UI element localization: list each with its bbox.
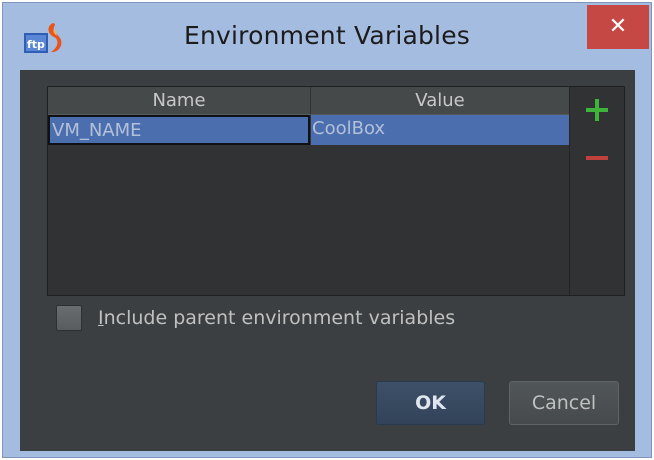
cancel-button[interactable]: Cancel <box>509 381 619 425</box>
close-button[interactable]: ✕ <box>587 5 649 49</box>
close-icon: ✕ <box>608 14 628 39</box>
dialog-title: Environment Variables <box>183 21 471 50</box>
include-parent-checkbox[interactable] <box>56 305 82 331</box>
title-bar[interactable]: ftp Environment Variables ✕ <box>3 3 651 69</box>
cell-name[interactable]: VM_NAME <box>48 115 310 145</box>
environment-variables-dialog: ftp Environment Variables ✕ Name Value V… <box>2 2 652 458</box>
include-parent-label[interactable]: Include parent environment variables <box>98 305 455 331</box>
label-text: nclude parent environment variables <box>103 307 456 329</box>
cell-value[interactable]: CoolBox <box>311 115 569 145</box>
add-variable-button[interactable] <box>584 97 610 123</box>
include-parent-option[interactable]: Include parent environment variables <box>56 303 476 333</box>
table-actions <box>570 87 624 295</box>
remove-variable-button[interactable] <box>584 145 610 171</box>
table-row[interactable]: VM_NAME CoolBox <box>48 115 569 145</box>
variables-table-panel: Name Value VM_NAME CoolBox <box>47 86 625 296</box>
column-header-name[interactable]: Name <box>48 87 311 114</box>
variables-table[interactable]: Name Value VM_NAME CoolBox <box>48 87 570 295</box>
dialog-body: Name Value VM_NAME CoolBox Include paren… <box>20 70 635 451</box>
plus-icon <box>586 99 608 121</box>
table-header: Name Value <box>48 87 569 115</box>
ok-button[interactable]: OK <box>376 381 485 425</box>
minus-icon <box>586 156 608 160</box>
column-header-value[interactable]: Value <box>311 87 569 114</box>
